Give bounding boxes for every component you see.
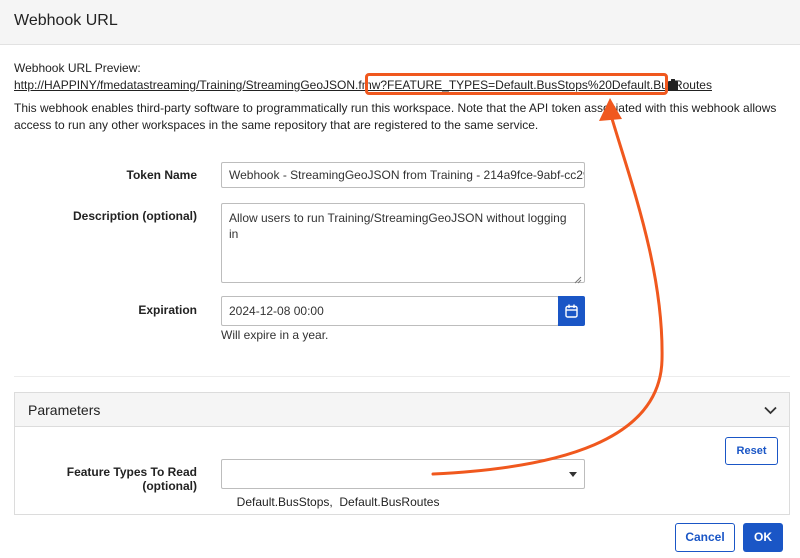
description-text: Allow users to run Training/StreamingGeo… xyxy=(229,211,567,241)
dialog-header: Webhook URL xyxy=(0,0,800,45)
token-name-label: Token Name xyxy=(126,168,197,182)
caret-down-icon[interactable] xyxy=(569,472,577,477)
feature-types-value: Default.BusStops, Default.BusRoutes xyxy=(236,495,440,509)
url-preview-label: Webhook URL Preview: xyxy=(14,61,141,75)
ok-button[interactable]: OK xyxy=(743,523,783,552)
feature-types-label: Feature Types To Read (optional) xyxy=(66,465,197,493)
token-name-input[interactable]: Webhook - StreamingGeoJSON from Training… xyxy=(221,162,585,188)
feature-types-select[interactable]: Default.BusStops, Default.BusRoutes xyxy=(221,459,585,509)
chevron-down-icon[interactable] xyxy=(764,404,777,418)
reset-button[interactable]: Reset xyxy=(725,437,778,465)
dialog-title: Webhook URL xyxy=(14,12,118,29)
expiration-input[interactable]: 2024-12-08 00:00 xyxy=(221,296,559,326)
description-textarea[interactable]: Allow users to run Training/StreamingGeo… xyxy=(221,203,585,284)
parameters-title: Parameters xyxy=(28,402,101,418)
cancel-button[interactable]: Cancel xyxy=(675,523,735,552)
expiration-label: Expiration xyxy=(138,303,197,317)
webhook-description-text: This webhook enables third-party softwar… xyxy=(14,101,777,132)
parameters-header[interactable]: Parameters xyxy=(15,393,789,427)
clipboard-icon[interactable] xyxy=(668,79,678,91)
calendar-icon xyxy=(565,304,578,318)
section-divider xyxy=(14,376,790,377)
calendar-button[interactable] xyxy=(558,296,585,326)
resize-handle-icon[interactable] xyxy=(574,272,582,284)
url-highlight-annotation xyxy=(365,73,668,95)
description-label: Description (optional) xyxy=(73,209,197,223)
expiration-hint: Will expire in a year. xyxy=(221,328,329,342)
